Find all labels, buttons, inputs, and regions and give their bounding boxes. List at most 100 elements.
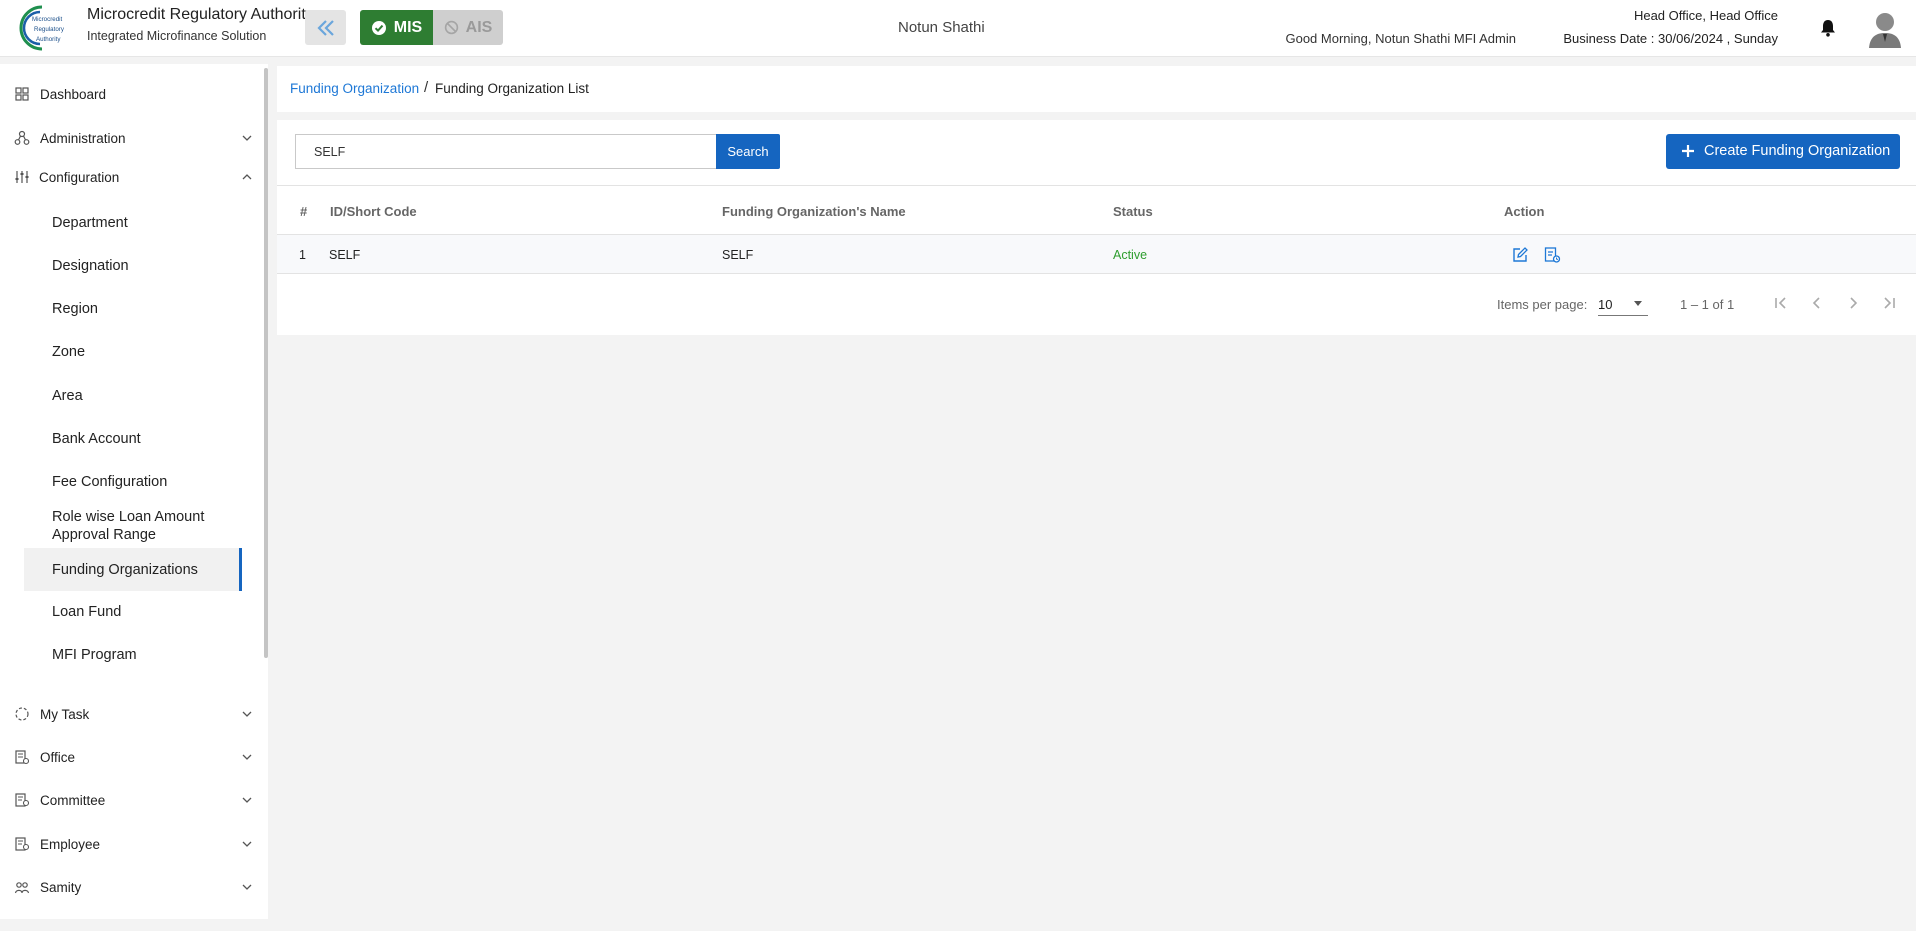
- sidebar-item-label: Committee: [40, 792, 106, 808]
- svg-text:Regulatory: Regulatory: [34, 26, 65, 33]
- chevron-down-icon: [242, 711, 252, 717]
- office-icon: [15, 750, 30, 765]
- chevron-down-icon: [242, 754, 252, 760]
- sidebar-item-loan-fund[interactable]: Loan Fund: [24, 595, 242, 629]
- sidebar-item-label: Dashboard: [40, 86, 107, 102]
- column-header-status: Status: [1113, 204, 1153, 219]
- chevron-down-icon: [242, 841, 252, 847]
- sidebar-scrollbar[interactable]: [264, 68, 268, 658]
- svg-text:Authority: Authority: [36, 36, 61, 43]
- previous-page-icon[interactable]: [1807, 293, 1827, 313]
- column-header-action: Action: [1504, 204, 1545, 219]
- chevron-down-icon: [242, 884, 252, 890]
- items-per-page-select[interactable]: 10: [1598, 290, 1648, 316]
- sidebar-item-label: Region: [52, 301, 98, 317]
- app-header: Microcredit Regulatory Authority Microcr…: [0, 0, 1916, 57]
- mra-logo: Microcredit Regulatory Authority: [19, 5, 65, 51]
- sidebar-item-label: MFI Program: [52, 647, 137, 663]
- items-per-page-value: 10: [1598, 297, 1613, 312]
- samity-icon: [14, 882, 30, 894]
- sidebar-item-label: Samity: [40, 879, 82, 895]
- sidebar-item-role-wise-loan-amount-approval-range[interactable]: Role wise Loan Amount Approval Range: [24, 506, 242, 546]
- sidebar-item-zone[interactable]: Zone: [24, 335, 242, 369]
- first-page-icon[interactable]: [1771, 293, 1791, 313]
- sidebar-item-area[interactable]: Area: [24, 379, 242, 413]
- sidebar-item-samity[interactable]: Samity: [0, 872, 258, 902]
- ais-label: AIS: [465, 18, 493, 36]
- double-chevron-left-icon: [316, 19, 334, 36]
- sidebar-item-employee[interactable]: Employee: [0, 829, 258, 859]
- brand-subtitle: Integrated Microfinance Solution: [87, 29, 267, 43]
- office-name: Head Office, Head Office: [1633, 8, 1778, 23]
- dropdown-arrow-icon: [1634, 301, 1642, 306]
- sidebar-item-mfi-program[interactable]: MFI Program: [24, 638, 242, 672]
- mis-toggle-button[interactable]: MIS: [360, 10, 433, 45]
- sidebar-item-label: Loan Fund: [52, 604, 122, 620]
- greeting-text: Good Morning, Notun Shathi MFI Admin: [1285, 31, 1516, 46]
- details-icon[interactable]: [1543, 246, 1561, 264]
- last-page-icon[interactable]: [1879, 293, 1899, 313]
- sidebar-item-region[interactable]: Region: [24, 292, 242, 326]
- breadcrumb-separator: /: [424, 79, 429, 96]
- sidebar-item-label: My Task: [40, 706, 90, 722]
- breadcrumb: Funding Organization / Funding Organizat…: [277, 66, 1916, 112]
- block-icon: [444, 20, 458, 35]
- chevron-down-icon: [242, 797, 252, 803]
- sidebar-item-label: Employee: [40, 836, 101, 852]
- items-per-page-label: Items per page:: [1497, 297, 1588, 312]
- row-index: 1: [299, 248, 306, 262]
- grid-icon: [15, 87, 29, 101]
- row-name: SELF: [722, 248, 754, 262]
- ais-toggle-button[interactable]: AIS: [433, 10, 503, 45]
- funding-organization-panel: Search Create Funding Organization # ID/…: [277, 120, 1916, 335]
- organization-name: Notun Shathi: [898, 19, 985, 36]
- sidebar-item-label: Zone: [52, 344, 86, 360]
- users-hierarchy-icon: [14, 130, 30, 145]
- column-header-index: #: [300, 204, 308, 219]
- sidebar-item-label: Bank Account: [52, 431, 141, 447]
- sidebar-item-bank-account[interactable]: Bank Account: [24, 422, 242, 456]
- sidebar-item-office[interactable]: Office: [0, 742, 258, 772]
- sidebar-item-configuration[interactable]: Configuration: [0, 162, 258, 192]
- create-funding-organization-button[interactable]: Create Funding Organization: [1666, 134, 1900, 169]
- column-header-organization-name: Funding Organization's Name: [722, 204, 906, 219]
- collapse-sidebar-button[interactable]: [305, 10, 346, 45]
- chevron-down-icon: [242, 135, 252, 141]
- sidebar-item-department[interactable]: Department: [24, 206, 242, 240]
- breadcrumb-link-funding-organization[interactable]: Funding Organization: [290, 81, 419, 96]
- search-button[interactable]: Search: [716, 134, 780, 169]
- column-header-id-short-code: ID/Short Code: [330, 204, 417, 219]
- pagination-range: 1 – 1 of 1: [1680, 297, 1735, 312]
- svg-text:Microcredit: Microcredit: [32, 16, 63, 23]
- user-avatar[interactable]: [1868, 10, 1902, 48]
- sidebar-item-my-task[interactable]: My Task: [0, 699, 258, 729]
- business-date: Business Date : 30/06/2024 , Sunday: [1563, 31, 1778, 46]
- sidebar-item-label: Department: [52, 215, 128, 231]
- committee-icon: [15, 793, 30, 807]
- create-button-label: Create Funding Organization: [1704, 143, 1891, 159]
- employee-icon: [15, 837, 30, 851]
- breadcrumb-current: Funding Organization List: [435, 81, 589, 96]
- mis-label: MIS: [393, 18, 423, 36]
- task-circle-icon: [15, 707, 29, 721]
- sidebar-item-administration[interactable]: Administration: [0, 123, 258, 153]
- chevron-up-icon: [242, 174, 252, 180]
- next-page-icon[interactable]: [1843, 293, 1863, 313]
- sidebar-item-fee-configuration[interactable]: Fee Configuration: [24, 465, 242, 499]
- sidebar-item-designation[interactable]: Designation: [24, 249, 242, 283]
- sidebar-item-label: Fee Configuration: [52, 474, 168, 490]
- notification-bell-icon[interactable]: [1818, 18, 1838, 38]
- brand-title: Microcredit Regulatory Authority: [87, 6, 314, 23]
- sliders-icon: [15, 171, 29, 183]
- table-header: # ID/Short Code Funding Organization's N…: [277, 185, 1916, 235]
- plus-icon: [1682, 145, 1694, 157]
- sidebar-item-committee[interactable]: Committee: [0, 785, 258, 815]
- sidebar-item-label: Configuration: [39, 169, 120, 185]
- search-input[interactable]: [295, 134, 717, 169]
- sidebar-item-label: Administration: [40, 130, 126, 146]
- sidebar-item-funding-organizations[interactable]: Funding Organizations: [24, 548, 242, 591]
- status-badge: Active: [1113, 248, 1148, 262]
- edit-icon[interactable]: [1511, 246, 1529, 264]
- sidebar-item-dashboard[interactable]: Dashboard: [0, 79, 258, 109]
- sidebar-item-label: Area: [52, 388, 83, 404]
